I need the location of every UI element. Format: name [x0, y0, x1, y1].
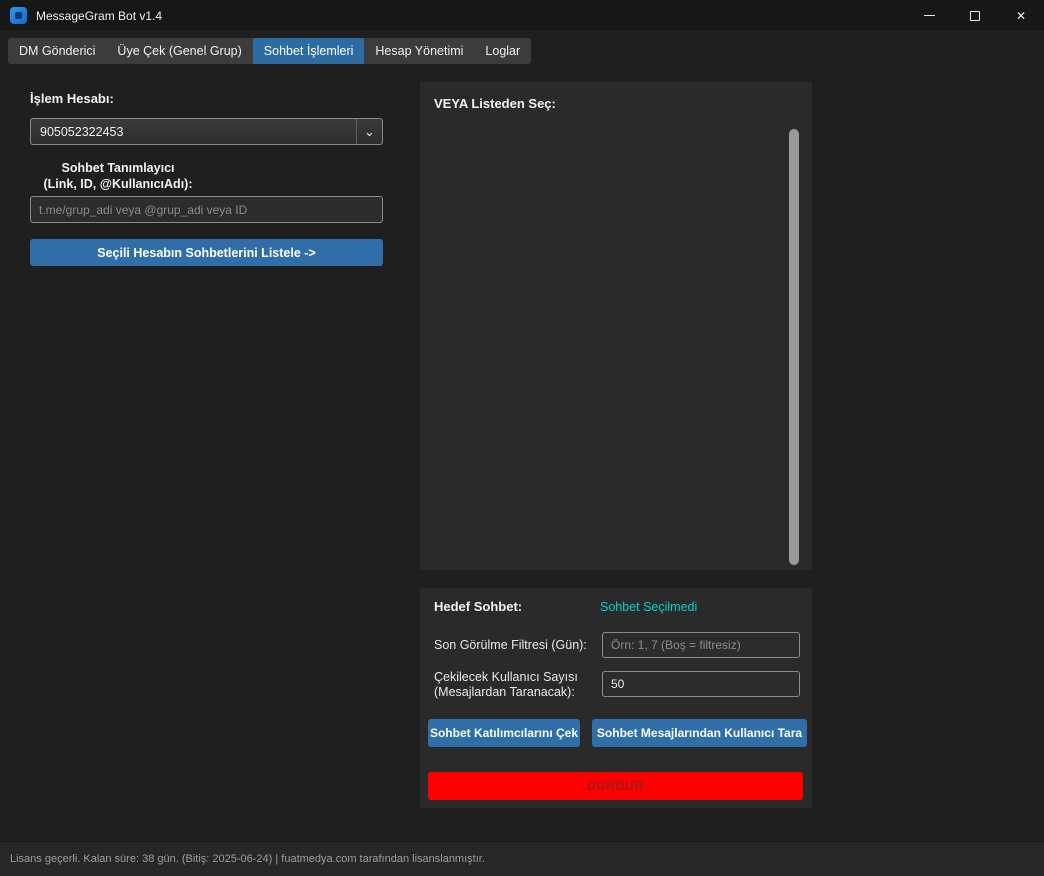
maximize-button[interactable]	[952, 0, 998, 31]
scrollbar-thumb[interactable]	[789, 129, 799, 565]
target-chat-panel: Hedef Sohbet: Sohbet Seçilmedi Son Görül…	[420, 588, 812, 808]
chat-identifier-label-line2: (Link, ID, @KullanıcıAdı):	[44, 177, 193, 191]
tab-label: Hesap Yönetimi	[375, 44, 463, 58]
tab-label: Loglar	[485, 44, 520, 58]
tab-uye-cek[interactable]: Üye Çek (Genel Grup)	[106, 38, 252, 64]
titlebar: MessageGram Bot v1.4 ✕	[0, 0, 1044, 31]
window-controls: ✕	[906, 0, 1044, 31]
user-count-label-line2: (Mesajlardan Taranacak):	[434, 685, 575, 699]
app-icon-glyph	[15, 12, 22, 19]
tab-sohbet-islemleri[interactable]: Sohbet İşlemleri	[253, 38, 365, 64]
close-button[interactable]: ✕	[998, 0, 1044, 31]
chat-identifier-input[interactable]	[30, 196, 383, 223]
chat-listbox[interactable]	[428, 126, 804, 564]
tab-label: Üye Çek (Genel Grup)	[117, 44, 241, 58]
minimize-icon	[924, 15, 935, 16]
target-chat-status: Sohbet Seçilmedi	[600, 600, 697, 614]
chat-identifier-label: Sohbet Tanımlayıcı (Link, ID, @Kullanıcı…	[30, 160, 206, 192]
account-label: İşlem Hesabı:	[30, 91, 114, 106]
chat-identifier-label-line1: Sohbet Tanımlayıcı	[62, 161, 175, 175]
tab-label: Sohbet İşlemleri	[264, 44, 354, 58]
app-icon	[10, 7, 27, 24]
window-title: MessageGram Bot v1.4	[36, 9, 162, 23]
tab-loglar[interactable]: Loglar	[474, 38, 531, 64]
user-count-input[interactable]	[602, 671, 800, 697]
license-status-text: Lisans geçerli. Kalan süre: 38 gün. (Bit…	[10, 853, 485, 865]
tab-label: DM Gönderici	[19, 44, 95, 58]
maximize-icon	[970, 11, 980, 21]
last-seen-filter-label: Son Görülme Filtresi (Gün):	[434, 638, 587, 652]
close-icon: ✕	[1016, 9, 1026, 23]
user-count-label: Çekilecek Kullanıcı Sayısı (Mesajlardan …	[434, 670, 578, 700]
target-chat-label: Hedef Sohbet:	[434, 599, 522, 614]
user-count-label-line1: Çekilecek Kullanıcı Sayısı	[434, 670, 578, 684]
list-label: VEYA Listeden Seç:	[434, 96, 556, 111]
chevron-down-icon[interactable]: ⌄	[356, 119, 382, 144]
chat-list-panel: VEYA Listeden Seç:	[420, 82, 812, 570]
app-window: MessageGram Bot v1.4 ✕ DM Gönderici Üye …	[0, 0, 1044, 876]
scrollbar-track[interactable]	[789, 128, 799, 566]
last-seen-filter-input[interactable]	[602, 632, 800, 658]
tab-dm-gonderici[interactable]: DM Gönderici	[8, 38, 106, 64]
stop-button[interactable]: DURDUR	[428, 772, 803, 800]
scan-messages-button[interactable]: Sohbet Mesajlarından Kullanıcı Tara	[592, 719, 807, 747]
fetch-participants-button[interactable]: Sohbet Katılımcılarını Çek	[428, 719, 580, 747]
account-combobox[interactable]: 905052322453 ⌄	[30, 118, 383, 145]
minimize-button[interactable]	[906, 0, 952, 31]
tab-bar: DM Gönderici Üye Çek (Genel Grup) Sohbet…	[8, 38, 531, 64]
status-bar: Lisans geçerli. Kalan süre: 38 gün. (Bit…	[0, 841, 1044, 876]
account-combobox-value: 905052322453	[31, 125, 356, 139]
tab-hesap-yonetimi[interactable]: Hesap Yönetimi	[364, 38, 474, 64]
list-chats-button[interactable]: Seçili Hesabın Sohbetlerini Listele ->	[30, 239, 383, 266]
